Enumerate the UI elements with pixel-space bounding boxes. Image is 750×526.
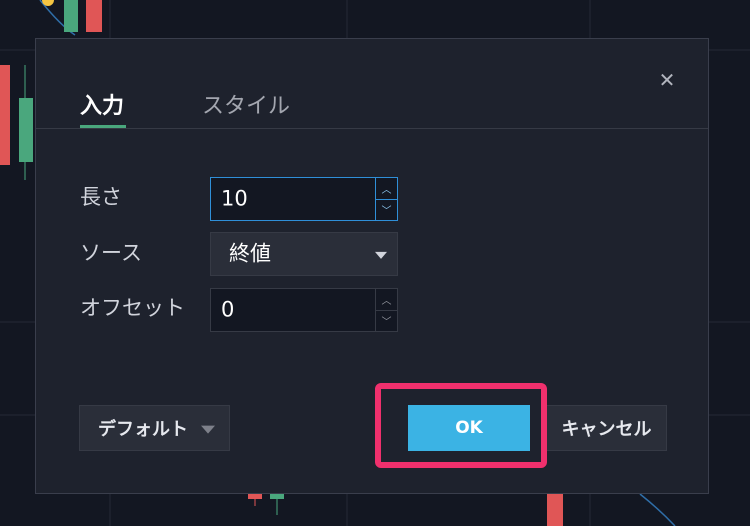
candle [64, 0, 78, 32]
length-stepper: ︿ ﹀ [375, 178, 397, 220]
decrement-icon[interactable]: ﹀ [375, 310, 397, 331]
source-label: ソース [80, 241, 142, 265]
length-input[interactable]: 10 ︿ ﹀ [210, 177, 398, 221]
tab-style[interactable]: スタイル [202, 96, 290, 118]
candle [0, 65, 10, 165]
source-select[interactable]: 終値 [210, 232, 398, 276]
tab-input[interactable]: 入力 [80, 96, 124, 118]
defaults-button[interactable]: デフォルト [79, 405, 230, 451]
cancel-button[interactable]: キャンセル [546, 405, 667, 451]
offset-value: 0 [221, 297, 235, 322]
increment-icon[interactable]: ︿ [375, 289, 397, 311]
offset-label: オフセット [80, 296, 185, 320]
length-label: 長さ [80, 185, 122, 209]
close-icon[interactable]: ✕ [656, 68, 678, 92]
candle [547, 494, 563, 526]
ok-button[interactable]: OK [408, 405, 530, 451]
candle [86, 0, 102, 32]
indicator-settings-dialog: 入力 スタイル ✕ 長さ 10 ︿ ﹀ ソース 終値 オフセット 0 ︿ ﹀ デ… [35, 38, 709, 494]
tab-divider [36, 128, 708, 129]
candle [19, 98, 33, 162]
caret-down-icon [201, 425, 215, 434]
offset-stepper: ︿ ﹀ [375, 289, 397, 331]
offset-input[interactable]: 0 ︿ ﹀ [210, 288, 398, 332]
decrement-icon[interactable]: ﹀ [375, 199, 397, 220]
source-value: 終値 [229, 241, 271, 266]
defaults-button-label: デフォルト [98, 419, 188, 440]
length-value: 10 [221, 186, 248, 211]
chevron-down-icon [375, 251, 387, 259]
increment-icon[interactable]: ︿ [375, 178, 397, 200]
